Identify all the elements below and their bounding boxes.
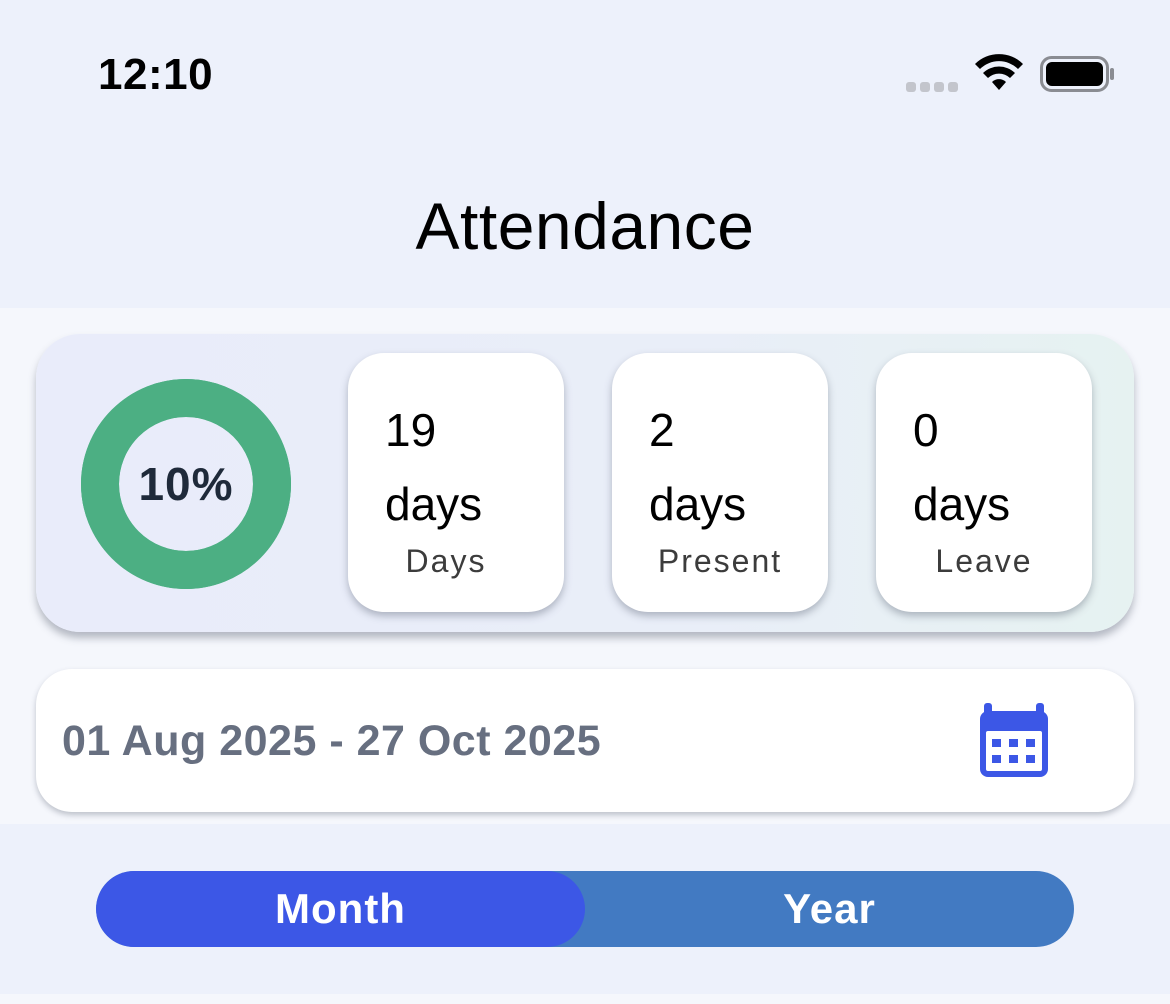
toggle-month-button[interactable]: Month	[96, 871, 585, 947]
stat-label: Leave	[935, 543, 1033, 579]
stat-tile-present: 2 days Present	[612, 353, 828, 612]
toggle-year-button[interactable]: Year	[585, 871, 1074, 947]
stat-tile-days: 19 days Days	[348, 353, 564, 612]
battery-icon	[1040, 56, 1114, 92]
bottom-strip	[0, 994, 1170, 1004]
attendance-percent: 10%	[138, 458, 234, 510]
date-range-text: 01 Aug 2025 - 27 Oct 2025	[62, 717, 602, 765]
stat-value: 19 days	[385, 404, 483, 530]
calendar-icon[interactable]	[978, 703, 1050, 779]
wifi-icon	[975, 54, 1023, 90]
stat-tile-leave: 0 days Leave	[876, 353, 1092, 612]
signal-icon	[906, 82, 958, 92]
period-toggle: Month Year	[96, 871, 1074, 947]
stat-label: Present	[657, 543, 783, 579]
status-bar: 12:10	[0, 0, 1170, 150]
stat-value: 2 days	[649, 404, 747, 530]
date-range-picker[interactable]: 01 Aug 2025 - 27 Oct 2025	[36, 669, 1134, 812]
stat-label: Days	[405, 543, 487, 579]
page-title: Attendance	[415, 189, 755, 263]
status-time: 12:10	[98, 50, 214, 99]
stat-value: 0 days	[913, 404, 1011, 530]
